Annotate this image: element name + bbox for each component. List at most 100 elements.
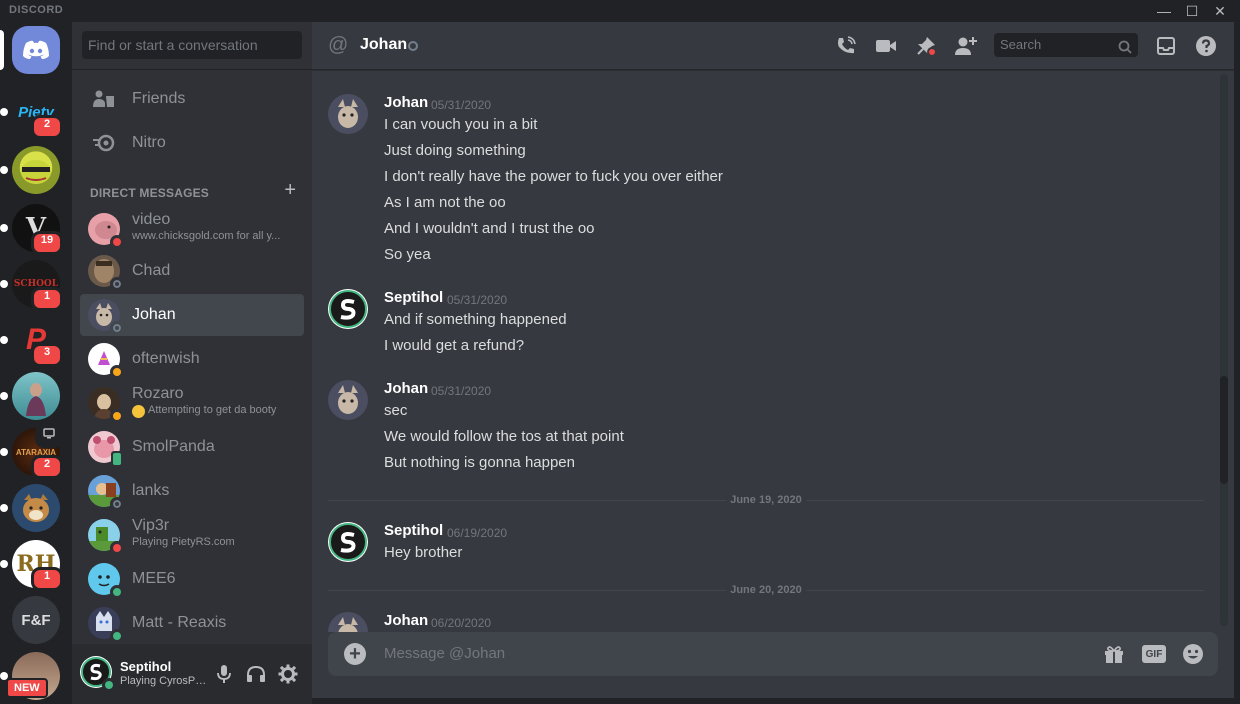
message-author[interactable]: Johan [384, 612, 428, 629]
avatar[interactable] [328, 94, 368, 134]
upload-plus-icon[interactable]: + [344, 643, 366, 665]
friends-icon [88, 83, 120, 115]
chat-title: Johan [360, 36, 408, 53]
dm-sidebar: Find or start a conversation Friends Nit… [72, 22, 312, 704]
avatar[interactable] [328, 289, 368, 329]
at-sign-icon: @ [328, 34, 349, 56]
unread-indicator [0, 448, 8, 456]
message-text: Hey brother [384, 544, 463, 561]
direct-messages-header: Direct Messages + [90, 180, 296, 200]
message-text: But nothing is gonna happen [384, 454, 575, 471]
status-online-icon [110, 585, 124, 599]
dm-name: video [132, 211, 171, 228]
message-timestamp: 05/31/2020 [431, 98, 492, 112]
dm-item-chad[interactable]: Chad [80, 250, 304, 292]
dm-item-matt-reaxis[interactable]: Matt - Reaxis [80, 602, 304, 644]
message-timestamp: 05/31/2020 [431, 384, 492, 398]
server-p[interactable]: P 3 [0, 316, 63, 367]
status-idle-icon [110, 409, 124, 423]
message-text: So yea [384, 246, 431, 263]
server-cat-icon [12, 484, 60, 532]
server-v[interactable]: V 19 [0, 204, 63, 255]
dm-activity: Attempting to get da booty [148, 404, 277, 416]
status-dnd-icon [110, 235, 124, 249]
message-author[interactable]: Septihol [384, 522, 443, 539]
dm-item-johan[interactable]: Johan [80, 294, 304, 336]
video-call-icon[interactable] [874, 34, 898, 58]
add-friend-icon[interactable] [954, 34, 978, 58]
server-art-icon [12, 372, 60, 420]
message-author[interactable]: Johan [384, 94, 428, 111]
maximize-button[interactable]: ☐ [1180, 0, 1204, 22]
message-composer[interactable]: + Message @Johan GIF [328, 632, 1218, 676]
message-text: We would follow the tos at that point [384, 428, 624, 445]
find-conversation-input[interactable]: Find or start a conversation [82, 31, 302, 59]
header-search-input[interactable]: Search [994, 33, 1138, 57]
smirk-emoji-icon [132, 405, 145, 418]
message-text: And I wouldn't and I trust the oo [384, 220, 595, 237]
unread-indicator [0, 336, 8, 344]
home-button[interactable] [0, 26, 60, 74]
pinned-messages-icon[interactable] [914, 34, 938, 58]
microphone-icon[interactable] [212, 662, 236, 686]
friends-label: Friends [132, 90, 186, 107]
message-text: I can vouch you in a bit [384, 116, 538, 133]
message-timestamp: 06/20/2020 [431, 616, 492, 630]
scrollbar-thumb[interactable] [1220, 376, 1228, 484]
message-author[interactable]: Johan [384, 380, 428, 397]
server-ff-icon: F&F [12, 596, 60, 644]
dm-item-lanks[interactable]: lanks [80, 470, 304, 512]
server-pepe[interactable] [0, 146, 60, 194]
message-author[interactable]: Septihol [384, 289, 443, 306]
message-input[interactable]: Message @Johan [384, 645, 505, 662]
scrollbar-track[interactable] [1220, 74, 1228, 626]
gif-button[interactable]: GIF [1142, 642, 1166, 666]
dm-item-smolpanda[interactable]: SmolPanda [80, 426, 304, 468]
close-button[interactable]: ✕ [1208, 0, 1232, 22]
nitro-nav-item[interactable]: Nitro [80, 122, 304, 164]
server-cat[interactable] [0, 484, 60, 532]
dm-item-video[interactable]: video www.chicksgold.com for all y... [80, 208, 304, 250]
settings-gear-icon[interactable] [276, 662, 300, 686]
voice-call-icon[interactable] [834, 34, 858, 58]
status-online-icon [102, 678, 116, 692]
server-rh[interactable]: RH 1 [0, 540, 63, 591]
status-offline-icon [110, 497, 124, 511]
avatar[interactable] [328, 380, 368, 420]
friends-nav-item[interactable]: Friends [80, 78, 304, 120]
avatar[interactable] [328, 522, 368, 562]
dm-item-vip3r[interactable]: Vip3r Playing PietyRS.com [80, 514, 304, 556]
mention-badge: 19 [31, 231, 63, 255]
emoji-icon[interactable] [1181, 642, 1205, 666]
gift-icon[interactable] [1102, 642, 1126, 666]
help-icon[interactable] [1194, 34, 1218, 58]
title-bar: DISCORD — ☐ ✕ [0, 0, 1240, 22]
server-list: Piety 2 V 19 SCHOOL 1 P 3 ATARAXIA 2 RH … [0, 22, 72, 704]
message-text: I would get a refund? [384, 337, 525, 354]
mention-badge: 1 [31, 567, 63, 591]
server-new[interactable]: NEW [0, 652, 60, 700]
gif-label: GIF [1142, 645, 1166, 663]
mention-badge: 2 [31, 455, 63, 479]
dm-item-mee6[interactable]: MEE6 [80, 558, 304, 600]
server-school[interactable]: SCHOOL 1 [0, 260, 63, 311]
dm-item-oftenwish[interactable]: oftenwish [80, 338, 304, 380]
avatar[interactable] [328, 612, 368, 632]
server-ataraxia[interactable]: ATARAXIA 2 [0, 424, 63, 479]
server-ff[interactable]: F&F [12, 596, 60, 644]
date-divider: June 20, 2020 [328, 583, 1204, 597]
headphones-icon[interactable] [244, 662, 268, 686]
minimize-button[interactable]: — [1152, 0, 1176, 22]
date-divider: June 19, 2020 [328, 493, 1204, 507]
message-group: Johan 05/31/2020 I can vouch you in a bi… [328, 94, 1208, 274]
status-offline-icon [110, 321, 124, 335]
create-dm-button[interactable]: + [284, 180, 296, 200]
dm-item-rozaro[interactable]: Rozaro Attempting to get da booty [80, 382, 304, 424]
dm-activity: Playing PietyRS.com [132, 536, 235, 548]
inbox-icon[interactable] [1154, 34, 1178, 58]
unread-indicator [0, 108, 8, 116]
server-piety[interactable]: Piety 2 [0, 88, 63, 139]
dm-name: MEE6 [132, 570, 176, 587]
mention-badge: 2 [31, 115, 63, 139]
server-art[interactable] [0, 372, 60, 420]
